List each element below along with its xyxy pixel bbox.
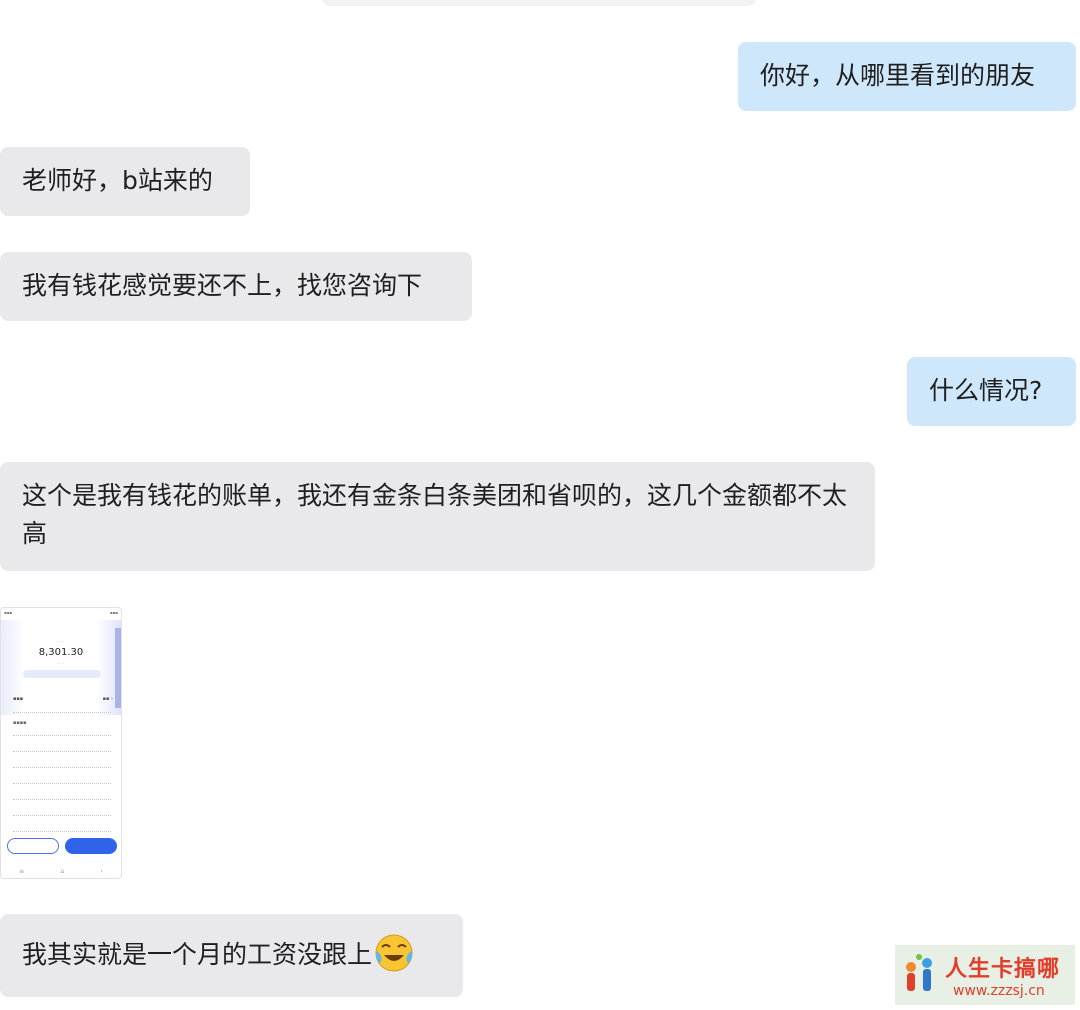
thumb-list-line bbox=[13, 767, 111, 768]
message-text: 老师好，b站来的 bbox=[22, 166, 213, 195]
thumb-left-button bbox=[7, 838, 59, 854]
message-outgoing-greeting[interactable]: 你好，从哪里看到的朋友 bbox=[738, 42, 1076, 111]
thumb-subtext: · · · bbox=[57, 661, 65, 666]
thumb-list-heading: ▪▪▪▪ bbox=[13, 720, 27, 726]
thumb-list-line bbox=[13, 735, 111, 736]
thumb-amount-label: · · bbox=[58, 639, 64, 645]
message-text: 你好，从哪里看到的朋友 bbox=[760, 61, 1036, 90]
watermark-brand: 人生卡搞哪 bbox=[945, 957, 1061, 982]
previous-message-stub bbox=[322, 0, 756, 6]
message-outgoing-question[interactable]: 什么情况? bbox=[907, 357, 1076, 426]
watermark-url: www.zzzsj.cn bbox=[953, 983, 1045, 999]
message-text: 我有钱花感觉要还不上，找您咨询下 bbox=[22, 271, 423, 300]
bill-screenshot-thumbnail[interactable]: ▪▪▪ ▪▪▪ · · 8,301.30 · · · ▪▪▪ ▪▪ › ▪▪▪▪ ≡… bbox=[0, 607, 122, 879]
thumb-nav-bar: ≡ ⌂ ‹ bbox=[19, 868, 103, 875]
message-text: 这个是我有钱花的账单，我还有金条白条美团和省呗的，这几个金额都不太高 bbox=[22, 481, 848, 548]
message-incoming-salary[interactable]: 我其实就是一个月的工资没跟上 bbox=[0, 914, 463, 997]
message-text: 我其实就是一个月的工资没跟上 bbox=[22, 940, 373, 969]
message-incoming-details[interactable]: 这个是我有钱花的账单，我还有金条白条美团和省呗的，这几个金额都不太高 bbox=[0, 462, 875, 571]
crying-laughing-face-icon bbox=[374, 933, 414, 973]
message-text: 什么情况? bbox=[929, 376, 1043, 405]
thumb-status-bar: ▪▪▪ ▪▪▪ bbox=[4, 610, 118, 615]
thumb-amount: 8,301.30 bbox=[38, 647, 84, 658]
watermark-logo: 人生卡搞哪 www.zzzsj.cn bbox=[895, 945, 1075, 1005]
message-incoming-source[interactable]: 老师好，b站来的 bbox=[0, 147, 250, 216]
thumb-right-button bbox=[65, 838, 117, 854]
message-incoming-problem[interactable]: 我有钱花感觉要还不上，找您咨询下 bbox=[0, 252, 472, 321]
thumb-list-line bbox=[13, 799, 111, 800]
thumb-pill bbox=[23, 670, 101, 678]
thumb-list-line bbox=[13, 815, 111, 816]
people-icon bbox=[906, 954, 932, 991]
thumb-list-line bbox=[13, 831, 111, 832]
thumb-divider bbox=[13, 712, 111, 713]
thumb-list-line bbox=[13, 783, 111, 784]
thumb-row: ▪▪▪ ▪▪ › bbox=[13, 696, 113, 702]
thumb-list-line bbox=[13, 751, 111, 752]
